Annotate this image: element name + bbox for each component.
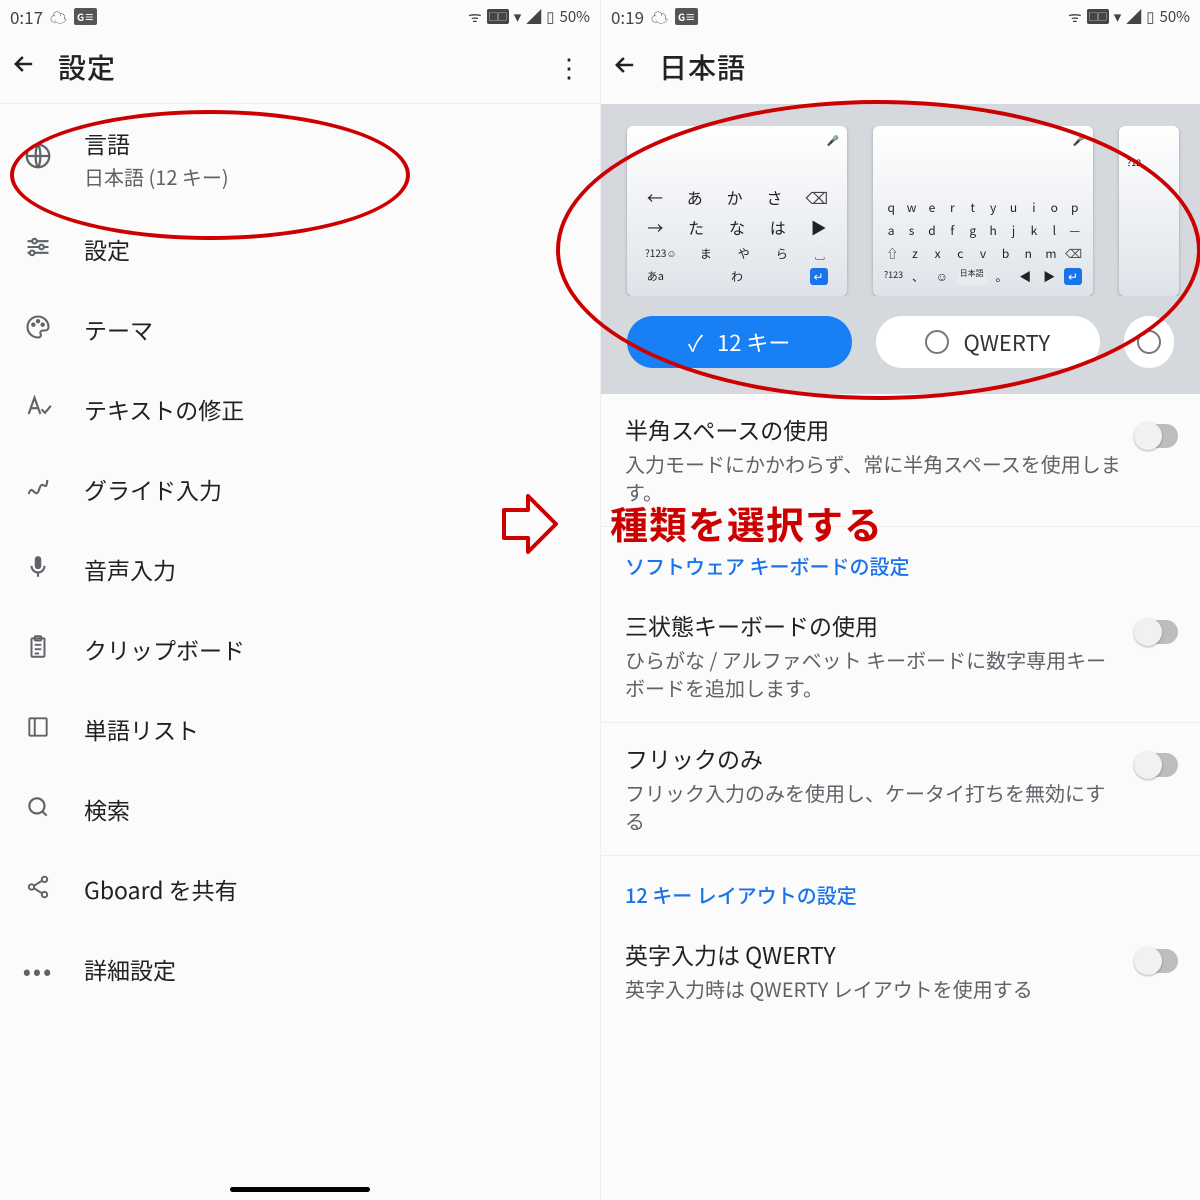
setting-item-sub: 日本語 (12 キー) bbox=[84, 162, 580, 191]
cloud-icon: ☁ bbox=[50, 4, 67, 29]
setting-title: 三状態キーボードの使用 bbox=[625, 608, 1122, 642]
setting-advanced[interactable]: ••• 詳細設定 bbox=[0, 929, 600, 1009]
mic-icon: 🎤 bbox=[827, 132, 839, 147]
setting-title: 半角スペースの使用 bbox=[625, 412, 1122, 446]
setting-item-label: 言語 bbox=[84, 126, 580, 160]
setting-subtitle: フリック入力のみを使用し、ケータイ打ちを無効にする bbox=[625, 779, 1122, 835]
overflow-menu-icon[interactable]: ⋮ bbox=[556, 48, 590, 85]
setting-subtitle: 英字入力時は QWERTY レイアウトを使用する bbox=[625, 975, 1122, 1003]
news-icon: G≡ bbox=[675, 8, 698, 25]
layout-preview-next[interactable]: ?12 bbox=[1119, 126, 1179, 296]
toggle-switch[interactable] bbox=[1134, 753, 1178, 777]
page-title: 日本語 bbox=[659, 47, 746, 87]
status-bar: 0:19 ☁ G≡ ᯤ ▢▢ ▾ ◢ ▯ 50% bbox=[601, 0, 1200, 30]
app-bar: 設定 ⋮ bbox=[0, 30, 600, 104]
setting-title: 英字入力は QWERTY bbox=[625, 937, 1122, 971]
share-icon bbox=[25, 874, 51, 905]
sliders-icon bbox=[24, 233, 52, 266]
setting-theme[interactable]: テーマ bbox=[0, 289, 600, 369]
radio-icon bbox=[1137, 330, 1161, 354]
home-indicator[interactable] bbox=[230, 1187, 370, 1192]
setting-item-label: 検索 bbox=[84, 792, 580, 826]
back-icon[interactable] bbox=[611, 51, 639, 84]
vr-icon: ▢▢ bbox=[487, 9, 509, 24]
layout-chip-next[interactable] bbox=[1124, 316, 1174, 368]
setting-search[interactable]: 検索 bbox=[0, 769, 600, 849]
page-title: 設定 bbox=[58, 47, 116, 87]
text-correct-icon bbox=[24, 393, 52, 426]
dots-icon: ••• bbox=[23, 952, 53, 987]
layout-preview-qwerty[interactable]: 🎤 qwertyuiop asdfghjkl— ⇧zxcvbnm⌫ ?123、☺… bbox=[873, 126, 1093, 296]
setting-item-label: テーマ bbox=[84, 312, 580, 346]
screenshot-right: 0:19 ☁ G≡ ᯤ ▢▢ ▾ ◢ ▯ 50% 日本語 🎤 ←あかさ⌫ →たな… bbox=[600, 0, 1200, 1200]
battery-percent: 50% bbox=[560, 6, 590, 27]
book-icon bbox=[25, 714, 51, 745]
mic-icon: 🎤 bbox=[1073, 132, 1085, 147]
app-bar: 日本語 bbox=[601, 30, 1200, 104]
wifi-icon: ▾ bbox=[514, 6, 522, 27]
keyboard-layout-carousel: 🎤 ←あかさ⌫ →たなは▶ ?123☺まやら␣ あaわ↵ 🎤 qwertyuio… bbox=[601, 104, 1200, 394]
back-icon[interactable] bbox=[10, 50, 38, 83]
layout-chip-qwerty[interactable]: QWERTY bbox=[876, 316, 1101, 368]
status-bar: 0:17 ☁ G≡ ᯤ ▢▢ ▾ ◢ ▯ 50% bbox=[0, 0, 600, 30]
setting-text-correction[interactable]: テキストの修正 bbox=[0, 369, 600, 449]
section-header-12key: 12 キー レイアウトの設定 bbox=[601, 856, 1200, 919]
search-icon bbox=[25, 794, 51, 825]
toggle-switch[interactable] bbox=[1134, 620, 1178, 644]
hotspot-icon: ᯤ bbox=[1068, 6, 1082, 27]
battery-percent: 50% bbox=[1160, 6, 1190, 27]
cloud-icon: ☁ bbox=[651, 4, 668, 29]
setting-item-label: クリップボード bbox=[84, 632, 580, 666]
layout-preview-12key[interactable]: 🎤 ←あかさ⌫ →たなは▶ ?123☺まやら␣ あaわ↵ bbox=[627, 126, 847, 296]
clipboard-icon bbox=[25, 634, 51, 665]
battery-icon: ▯ bbox=[546, 6, 554, 27]
annotation-text: 種類を選択する bbox=[610, 495, 883, 550]
radio-icon bbox=[925, 330, 949, 354]
setting-tristate-keyboard[interactable]: 三状態キーボードの使用 ひらがな / アルファベット キーボードに数字専用キーボ… bbox=[601, 590, 1200, 723]
toggle-switch[interactable] bbox=[1134, 949, 1178, 973]
setting-share[interactable]: Gboard を共有 bbox=[0, 849, 600, 929]
wifi-icon: ▾ bbox=[1114, 6, 1122, 27]
toggle-switch[interactable] bbox=[1134, 424, 1178, 448]
signal-icon: ◢ bbox=[1126, 6, 1141, 27]
setting-language[interactable]: 言語 日本語 (12 キー) bbox=[0, 108, 600, 209]
chip-label: 12 キー bbox=[717, 326, 790, 358]
setting-clipboard[interactable]: クリップボード bbox=[0, 609, 600, 689]
status-time: 0:17 bbox=[10, 4, 43, 29]
layout-chip-12key[interactable]: ✓ 12 キー bbox=[627, 316, 852, 368]
setting-flick-only[interactable]: フリックのみ フリック入力のみを使用し、ケータイ打ちを無効にする bbox=[601, 723, 1200, 856]
setting-dictionary[interactable]: 単語リスト bbox=[0, 689, 600, 769]
battery-icon: ▯ bbox=[1146, 6, 1154, 27]
setting-item-label: 詳細設定 bbox=[84, 952, 580, 986]
vr-icon: ▢▢ bbox=[1087, 9, 1109, 24]
palette-icon bbox=[24, 313, 52, 346]
setting-item-label: 単語リスト bbox=[84, 712, 580, 746]
chip-label: QWERTY bbox=[963, 326, 1050, 358]
setting-preferences[interactable]: 設定 bbox=[0, 209, 600, 289]
check-icon: ✓ bbox=[688, 326, 703, 358]
gesture-icon bbox=[24, 473, 52, 506]
screenshot-left: 0:17 ☁ G≡ ᯤ ▢▢ ▾ ◢ ▯ 50% 設定 ⋮ 言語 日本語 (12… bbox=[0, 0, 600, 1200]
detail-settings-list: 半角スペースの使用 入力モードにかかわらず、常に半角スペースを使用します。 ソフ… bbox=[601, 394, 1200, 1023]
news-icon: G≡ bbox=[74, 8, 97, 25]
setting-qwerty-alphabet[interactable]: 英字入力は QWERTY 英字入力時は QWERTY レイアウトを使用する bbox=[601, 919, 1200, 1023]
annotation-arrow bbox=[500, 492, 560, 561]
setting-title: フリックのみ bbox=[625, 741, 1122, 775]
status-time: 0:19 bbox=[611, 4, 644, 29]
hotspot-icon: ᯤ bbox=[468, 6, 482, 27]
globe-icon bbox=[23, 141, 53, 176]
setting-item-label: 設定 bbox=[84, 232, 580, 266]
setting-subtitle: ひらがな / アルファベット キーボードに数字専用キーボードを追加します。 bbox=[625, 646, 1122, 702]
mic-icon bbox=[25, 554, 51, 585]
signal-icon: ◢ bbox=[526, 6, 541, 27]
setting-item-label: テキストの修正 bbox=[84, 392, 580, 426]
setting-item-label: Gboard を共有 bbox=[84, 872, 580, 906]
